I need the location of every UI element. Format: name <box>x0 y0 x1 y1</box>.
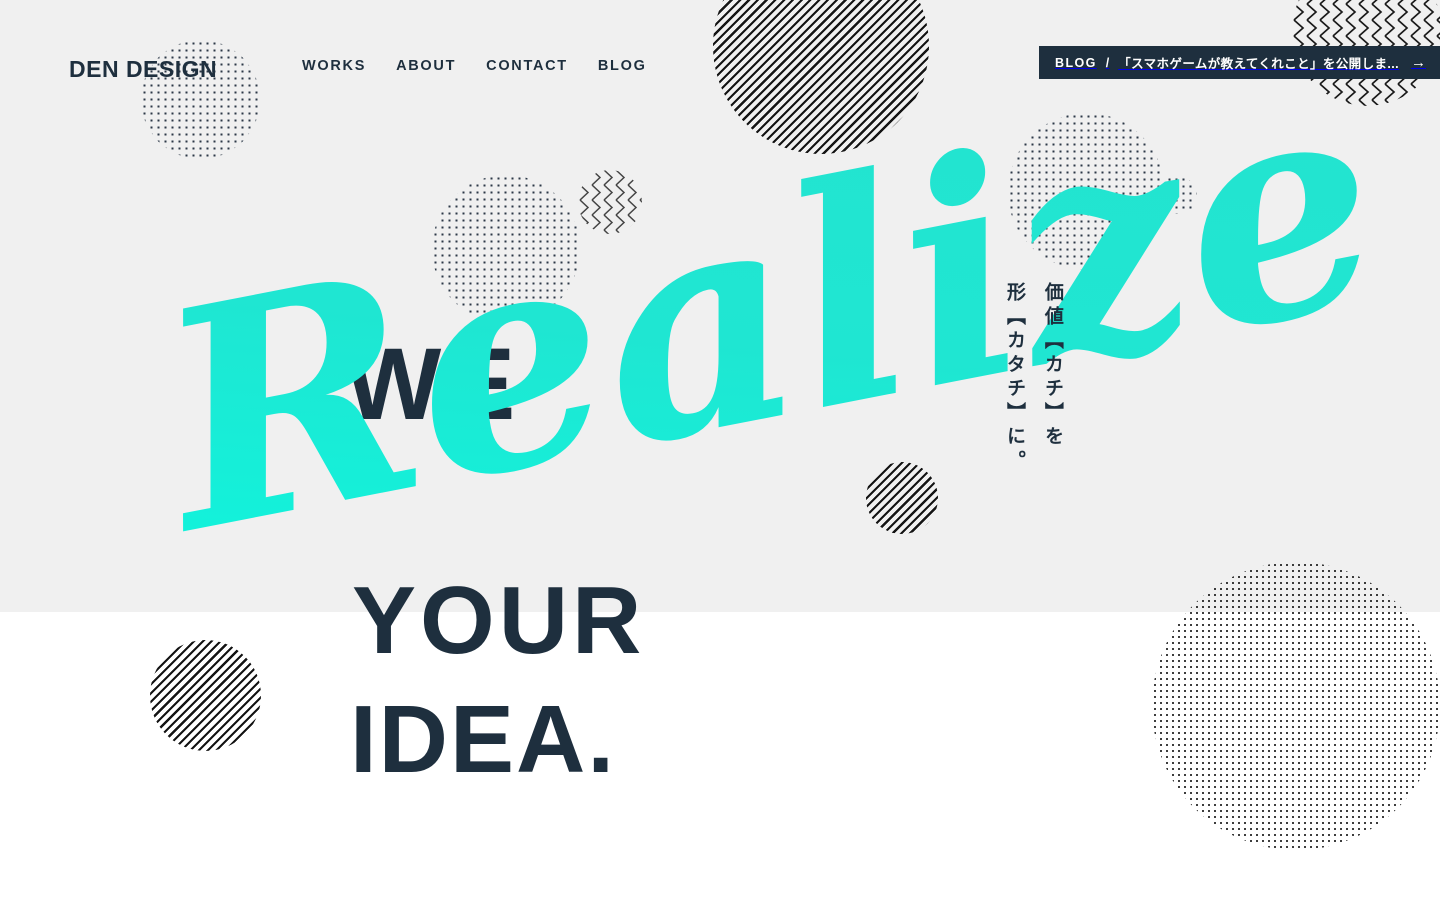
nav-item-works[interactable]: WORKS <box>302 58 366 74</box>
nav-item-contact[interactable]: CONTACT <box>486 58 568 74</box>
blog-ticker-banner[interactable]: BLOG / 「スマホゲームが教えてくれこと」を公開しま... → <box>1039 46 1440 79</box>
site-logo[interactable]: DEN DESIGN <box>69 56 217 83</box>
hero-headline-line-2: YOUR <box>352 567 646 674</box>
hero-tagline-column-right: 価値【カチ】を <box>1041 282 1064 450</box>
nav-item-about[interactable]: ABOUT <box>396 58 456 74</box>
arrow-right-icon: → <box>1411 54 1426 71</box>
page-root: DEN DESIGN WORKS ABOUT CONTACT BLOG BLOG… <box>0 0 1440 900</box>
nav-item-blog[interactable]: BLOG <box>598 58 647 74</box>
decor-stripe-circle-behind-z <box>866 462 938 534</box>
blog-ticker-title: 「スマホゲームが教えてくれこと」を公開しま... <box>1118 57 1399 71</box>
blog-ticker-category: BLOG <box>1055 55 1097 70</box>
blog-ticker-separator: / <box>1105 55 1110 70</box>
hero-vertical-tagline: 価値【カチ】を 形【カタチ】に。 <box>1003 282 1064 474</box>
hero-section: WE Realize YOUR IDEA. 価値【カチ】を 形【カタチ】に。 <box>0 0 1440 900</box>
main-navigation: WORKS ABOUT CONTACT BLOG <box>302 58 647 74</box>
hero-headline-line-1: WE <box>345 327 522 441</box>
hero-script-word-wrapper: Realize <box>127 20 1405 650</box>
hero-headline-line-3: IDEA. <box>350 686 617 793</box>
hero-tagline-column-left: 形【カタチ】に。 <box>1003 282 1026 474</box>
